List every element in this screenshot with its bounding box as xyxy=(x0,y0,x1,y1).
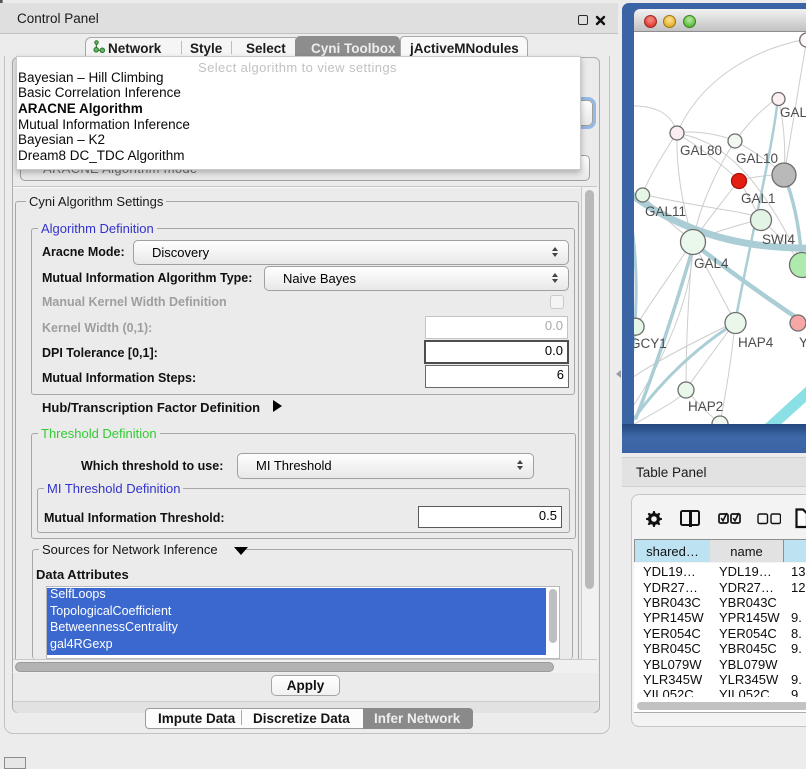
svg-text:HAP2: HAP2 xyxy=(688,399,723,414)
svg-text:GCY1: GCY1 xyxy=(634,336,667,351)
svg-text:Y: Y xyxy=(799,335,806,350)
svg-text:GAL80: GAL80 xyxy=(680,143,722,158)
svg-text:HAP4: HAP4 xyxy=(738,335,774,350)
svg-text:GAL11: GAL11 xyxy=(645,204,686,219)
svg-text:GAL4: GAL4 xyxy=(694,256,729,271)
svg-text:GAL: GAL xyxy=(780,105,806,120)
svg-text:SWI4: SWI4 xyxy=(762,232,795,247)
svg-text:GAL1: GAL1 xyxy=(741,191,776,206)
svg-text:GAL10: GAL10 xyxy=(736,151,778,166)
